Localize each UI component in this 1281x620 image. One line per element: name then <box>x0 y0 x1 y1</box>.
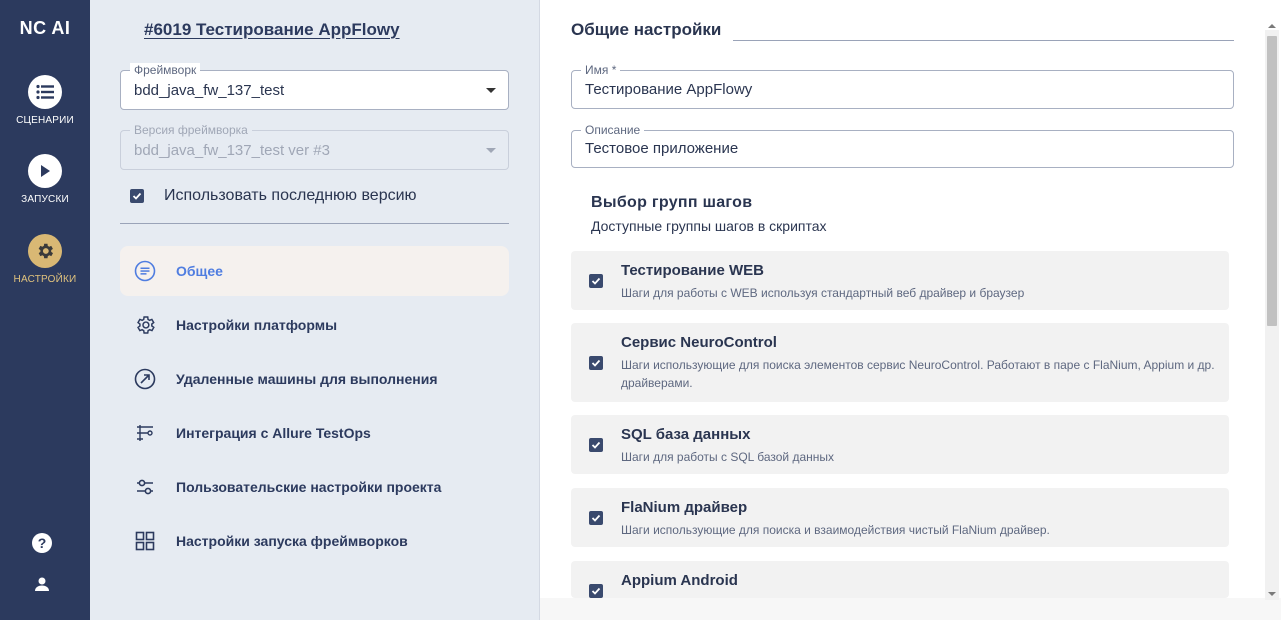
rail-label-runs: ЗАПУСКИ <box>21 194 69 205</box>
step-group-desc: Шаги для работы с WEB используя стандарт… <box>621 286 1025 300</box>
step-group-checkbox[interactable] <box>589 438 603 452</box>
rail-label-scenarios: СЦЕНАРИИ <box>16 115 74 126</box>
chevron-down-icon <box>486 88 496 93</box>
step-group-desc: Шаги для работы с SQL базой данных <box>621 450 835 464</box>
step-group-checkbox[interactable] <box>589 356 603 370</box>
name-value: Тестирование AppFlowy <box>585 81 753 98</box>
sliders-icon <box>134 476 156 498</box>
step-group-checkbox[interactable] <box>589 274 603 288</box>
scroll-down-icon[interactable] <box>1268 592 1276 596</box>
step-group-checkbox[interactable] <box>589 584 603 598</box>
menu-label-framework-run-settings: Настройки запуска фреймворков <box>176 533 408 549</box>
step-group-title: SQL база данных <box>621 426 751 443</box>
play-icon <box>28 154 62 188</box>
step-group-desc: Шаги использующие для поиска элементов с… <box>621 358 1215 390</box>
scrollbar-thumb[interactable] <box>1267 36 1277 326</box>
rail-item-scenarios[interactable]: СЦЕНАРИИ <box>0 75 90 126</box>
name-input[interactable]: Имя * Тестирование AppFlowy <box>571 63 1234 109</box>
check-icon <box>591 514 601 522</box>
list-icon <box>28 75 62 109</box>
project-panel: #6019 Тестирование AppFlowy Фреймворк bd… <box>90 0 538 620</box>
use-last-version-label: Использовать последнюю версию <box>164 187 417 204</box>
nav-rail: NC AI СЦЕНАРИИ ЗАПУСКИ НАСТРОЙКИ ? <box>0 0 90 620</box>
general-settings-panel: Общие настройки Имя * Тестирование AppFl… <box>539 0 1281 620</box>
rail-item-settings[interactable]: НАСТРОЙКИ <box>0 234 90 285</box>
menu-item-user-project-settings[interactable]: Пользовательские настройки проекта <box>120 462 509 512</box>
gear-icon <box>28 234 62 268</box>
menu-item-framework-run-settings[interactable]: Настройки запуска фреймворков <box>120 516 509 566</box>
check-icon <box>591 359 601 367</box>
menu-label-platform-settings: Настройки платформы <box>176 317 338 333</box>
step-group-card: Тестирование WEB Шаги для работы с WEB и… <box>571 251 1229 310</box>
menu-item-platform-settings[interactable]: Настройки платформы <box>120 300 509 350</box>
app-logo: NC AI <box>19 18 71 38</box>
framework-version-label: Версия фреймворка <box>130 123 252 137</box>
section-title: Общие настройки <box>571 20 722 39</box>
check-icon <box>591 277 601 285</box>
user-icon[interactable] <box>34 576 50 592</box>
rail-label-settings: НАСТРОЙКИ <box>13 274 77 285</box>
menu-label-allure-integration: Интеграция с Allure TestOps <box>176 425 371 441</box>
help-icon[interactable]: ? <box>32 533 52 553</box>
grid-icon <box>134 530 156 552</box>
step-groups-title: Выбор групп шагов <box>591 194 753 211</box>
description-input[interactable]: Описание Тестовое приложение <box>571 123 1234 168</box>
name-label: Имя * <box>581 63 621 77</box>
description-label: Описание <box>581 123 645 137</box>
step-group-title: Тестирование WEB <box>621 262 764 279</box>
step-group-desc: Шаги использующие для поиска и взаимодей… <box>621 523 1050 537</box>
framework-version-select: Версия фреймворка bdd_java_fw_137_test v… <box>120 123 509 170</box>
step-group-title: Appium Android <box>621 572 738 589</box>
step-group-checkbox[interactable] <box>589 511 603 525</box>
step-group-title: Сервис NeuroControl <box>621 334 777 351</box>
step-group-card: Сервис NeuroControl Шаги использующие дл… <box>571 323 1229 402</box>
section-divider <box>733 40 1234 41</box>
menu-label-general: Общее <box>176 263 223 279</box>
framework-label: Фреймворк <box>130 63 201 77</box>
divider <box>120 223 509 224</box>
step-group-card: Appium Android <box>571 561 1229 598</box>
rail-item-runs[interactable]: ЗАПУСКИ <box>0 154 90 205</box>
check-icon <box>591 441 601 449</box>
use-last-version-checkbox[interactable] <box>130 189 144 203</box>
check-icon <box>132 192 142 200</box>
check-icon <box>591 587 601 595</box>
content-footer <box>540 598 1281 620</box>
scroll-up-icon[interactable] <box>1268 24 1276 28</box>
step-groups-subtitle: Доступные группы шагов в скриптах <box>591 218 827 234</box>
list-circle-icon <box>134 260 156 282</box>
menu-label-user-project-settings: Пользовательские настройки проекта <box>176 479 442 495</box>
step-group-title: FlaNium драйвер <box>621 499 748 516</box>
remote-icon <box>134 368 156 390</box>
framework-value: bdd_java_fw_137_test <box>134 82 285 99</box>
framework-select[interactable]: Фреймворк bdd_java_fw_137_test <box>120 63 509 110</box>
project-title[interactable]: #6019 Тестирование AppFlowy <box>144 20 400 40</box>
step-group-card: FlaNium драйвер Шаги использующие для по… <box>571 488 1229 547</box>
integration-icon <box>134 422 156 444</box>
framework-version-value: bdd_java_fw_137_test ver #3 <box>134 142 330 159</box>
description-value: Тестовое приложение <box>585 140 739 157</box>
menu-item-general[interactable]: Общее <box>120 246 509 296</box>
scrollbar[interactable] <box>1265 24 1279 600</box>
chevron-down-icon <box>486 148 496 153</box>
step-group-card: SQL база данных Шаги для работы с SQL ба… <box>571 415 1229 474</box>
menu-item-remote-machines[interactable]: Удаленные машины для выполнения <box>120 354 509 404</box>
menu-label-remote-machines: Удаленные машины для выполнения <box>176 371 438 387</box>
gear-icon <box>134 314 156 336</box>
menu-item-allure-integration[interactable]: Интеграция с Allure TestOps <box>120 408 509 458</box>
